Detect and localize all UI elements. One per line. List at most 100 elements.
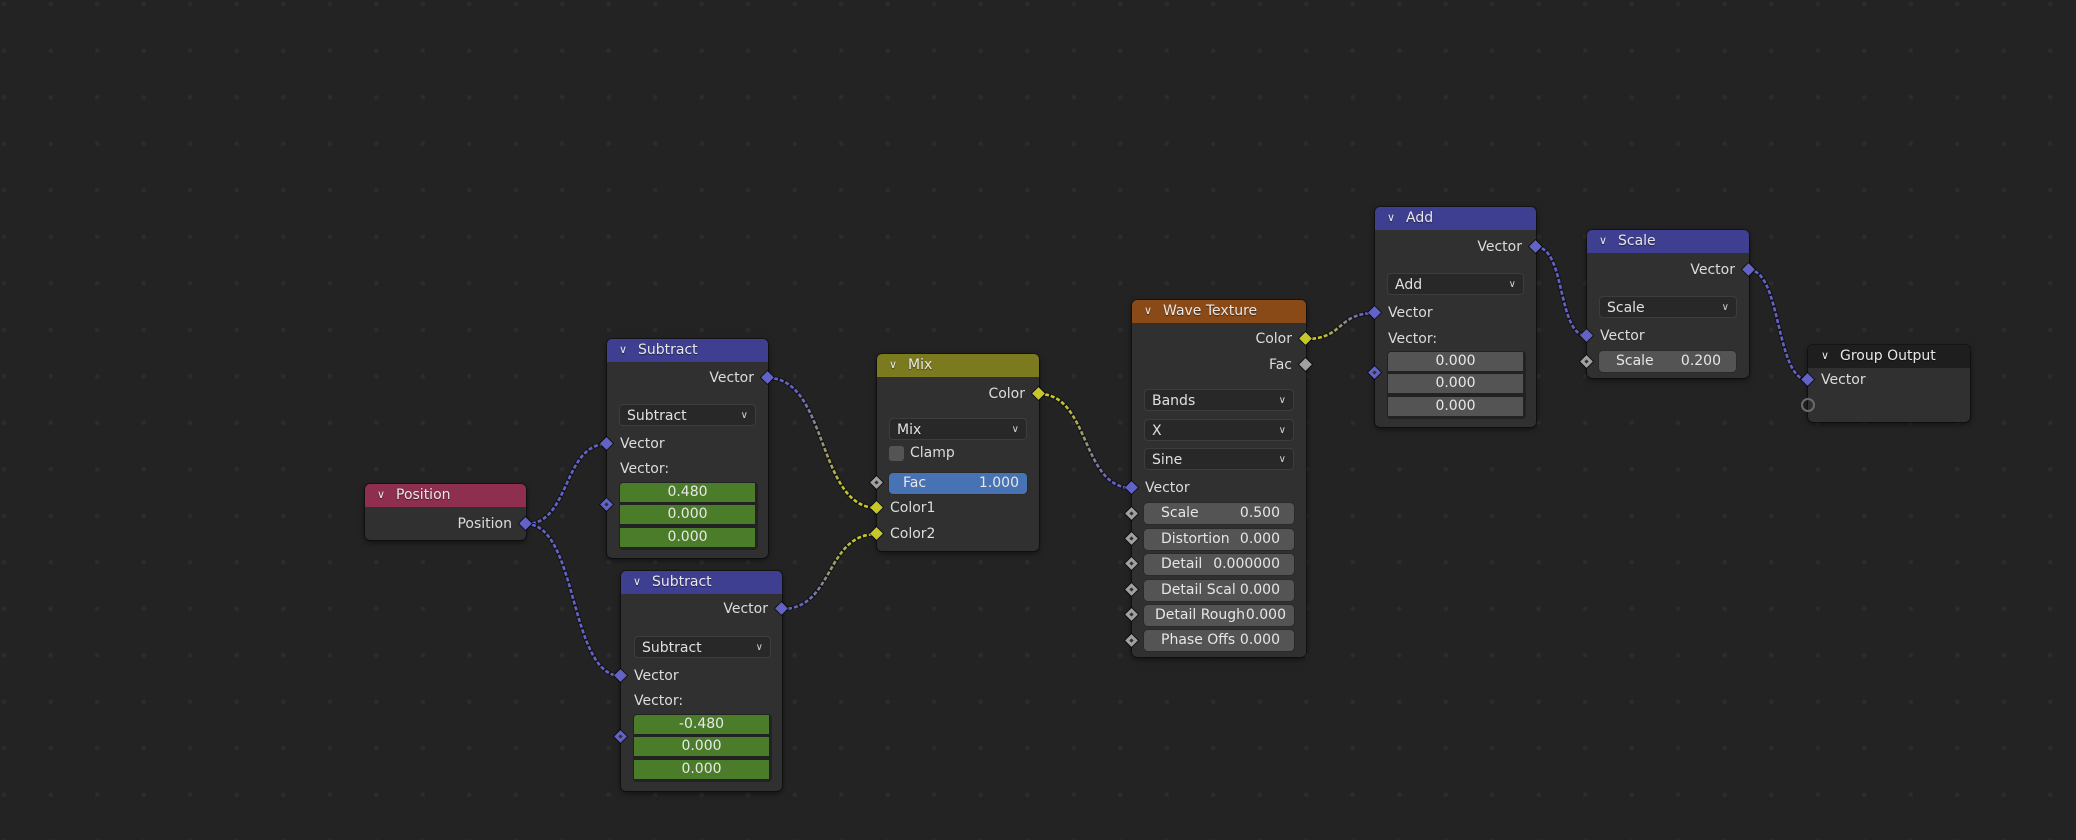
node-link[interactable] [525,442,608,526]
collapse-chevron-icon[interactable]: ∨ [889,354,903,376]
node-title: Subtract [638,342,698,358]
node-header[interactable]: ∨ Add [1375,207,1536,230]
collapse-chevron-icon[interactable]: ∨ [1821,345,1835,367]
collapse-chevron-icon[interactable]: ∨ [633,571,647,593]
field-label: Detail Scal [1161,582,1236,598]
node-scale[interactable]: ∨ Scale Vector Scale ∨ Vector Scale 0.200 [1587,230,1749,378]
detail-roughness-field[interactable]: Detail Rough 0.000 [1144,605,1294,626]
link-shadow [525,441,608,527]
collapse-chevron-icon[interactable]: ∨ [1599,230,1613,252]
node-header[interactable]: ∨ Subtract [621,571,782,594]
node-title: Add [1406,210,1434,226]
node-link[interactable] [1305,311,1376,341]
chevron-down-icon: ∨ [1278,454,1286,465]
clamp-checkbox[interactable] [889,446,904,461]
node-link[interactable] [767,376,878,510]
scale-field[interactable]: Scale 0.200 [1599,351,1736,372]
dropdown-value: X [1152,423,1162,439]
node-add[interactable]: ∨ Add Vector Add ∨ Vector Vector: 0.000 0.… [1375,207,1536,427]
node-position[interactable]: ∨ Position Position [365,484,526,540]
input-label-vector: Vector [1600,328,1645,344]
node-title: Wave Texture [1163,303,1258,319]
profile-dropdown[interactable]: Sine ∨ [1144,448,1294,470]
phase-offset-field[interactable]: Phase Offs 0.000 [1144,630,1294,651]
output-label-vector: Vector [723,601,768,617]
vector-label: Vector: [634,693,684,709]
socket-group-output-empty[interactable] [1801,398,1815,412]
node-title: Mix [908,357,933,373]
operation-dropdown[interactable]: Add ∨ [1387,273,1524,295]
node-header[interactable]: ∨ Wave Texture [1132,300,1306,323]
field-value: 0.000 [1239,531,1280,547]
operation-dropdown[interactable]: Subtract ∨ [619,404,756,426]
vector-y-field[interactable]: 0.000 [634,737,769,756]
operation-dropdown[interactable]: Scale ∨ [1599,296,1737,318]
vector-z-field[interactable]: 0.000 [620,528,755,547]
node-link[interactable] [1038,392,1133,490]
node-header[interactable]: ∨ Scale [1587,230,1749,253]
collapse-chevron-icon[interactable]: ∨ [619,339,633,361]
scale-field[interactable]: Scale 0.500 [1144,503,1294,524]
vector-x-field[interactable]: 0.000 [1388,352,1523,371]
dropdown-value: Bands [1152,393,1196,409]
clamp-label: Clamp [910,445,955,461]
chevron-down-icon: ∨ [1011,424,1019,435]
fac-field[interactable]: Fac 1.000 [889,473,1027,494]
fac-label: Fac [903,475,927,491]
wave-type-dropdown[interactable]: Bands ∨ [1144,389,1294,411]
node-mix[interactable]: ∨ Mix Color Mix ∨ Clamp Fac 1.000 Color1 C… [877,354,1039,551]
output-label-vector: Vector [1477,239,1522,255]
field-value: 0.000 [1239,632,1280,648]
output-label-vector: Vector [1690,262,1735,278]
node-header[interactable]: ∨ Mix [877,354,1039,377]
vector-x-field[interactable]: 0.480 [620,483,755,502]
node-header[interactable]: ∨ Subtract [607,339,768,362]
vector-x-field[interactable]: -0.480 [634,715,769,734]
detail-field[interactable]: Detail 0.000000 [1144,554,1294,575]
link-shadow [767,375,878,511]
output-label-color: Color [1255,331,1292,347]
chevron-down-icon: ∨ [740,410,748,421]
link-shadow [1535,244,1588,339]
vector-y-field[interactable]: 0.000 [620,505,755,524]
vector-label: Vector: [1388,331,1438,347]
node-header[interactable]: ∨ Position [365,484,526,507]
chevron-down-icon: ∨ [1278,395,1286,406]
output-label-vector: Vector [709,370,754,386]
vector-fields: 0.000 0.000 0.000 [1387,351,1526,419]
node-link[interactable] [1535,245,1588,338]
node-subtract-2[interactable]: ∨ Subtract Vector Subtract ∨ Vector Vector… [621,571,782,791]
collapse-chevron-icon[interactable]: ∨ [377,484,391,506]
field-label: Distortion [1161,531,1230,547]
node-title: Scale [1618,233,1656,249]
output-label-color: Color [988,386,1025,402]
field-label: Detail [1161,556,1203,572]
vector-z-field[interactable]: 0.000 [634,760,769,779]
operation-dropdown[interactable]: Subtract ∨ [634,636,771,658]
node-wave-texture[interactable]: ∨ Wave Texture Color Fac Bands ∨ X ∨ Sine ∨ … [1132,300,1306,657]
dropdown-value: Mix [897,422,922,438]
blend-mode-dropdown[interactable]: Mix ∨ [889,418,1027,440]
output-label-position: Position [457,516,512,532]
detail-scale-field[interactable]: Detail Scal 0.000 [1144,580,1294,601]
node-header[interactable]: ∨ Group Output [1808,345,1970,368]
field-label: Scale [1616,353,1654,369]
node-title: Position [396,487,451,503]
collapse-chevron-icon[interactable]: ∨ [1387,207,1401,229]
collapse-chevron-icon[interactable]: ∨ [1144,300,1158,322]
vector-fields: -0.480 0.000 0.000 [633,714,772,782]
chevron-down-icon: ∨ [1721,302,1729,313]
node-subtract-1[interactable]: ∨ Subtract Vector Subtract ∨ Vector Vector… [607,339,768,558]
field-label: Scale [1161,505,1199,521]
field-value: 0.500 [1239,505,1280,521]
node-link[interactable] [781,532,878,611]
input-label-vector: Vector [1145,480,1190,496]
node-link[interactable] [1748,268,1809,382]
node-title: Subtract [652,574,712,590]
vector-y-field[interactable]: 0.000 [1388,374,1523,393]
node-group-output[interactable]: ∨ Group Output Vector [1808,345,1970,422]
vector-z-field[interactable]: 0.000 [1388,397,1523,416]
distortion-field[interactable]: Distortion 0.000 [1144,529,1294,550]
direction-dropdown[interactable]: X ∨ [1144,419,1294,441]
input-label-color1: Color1 [890,500,936,516]
